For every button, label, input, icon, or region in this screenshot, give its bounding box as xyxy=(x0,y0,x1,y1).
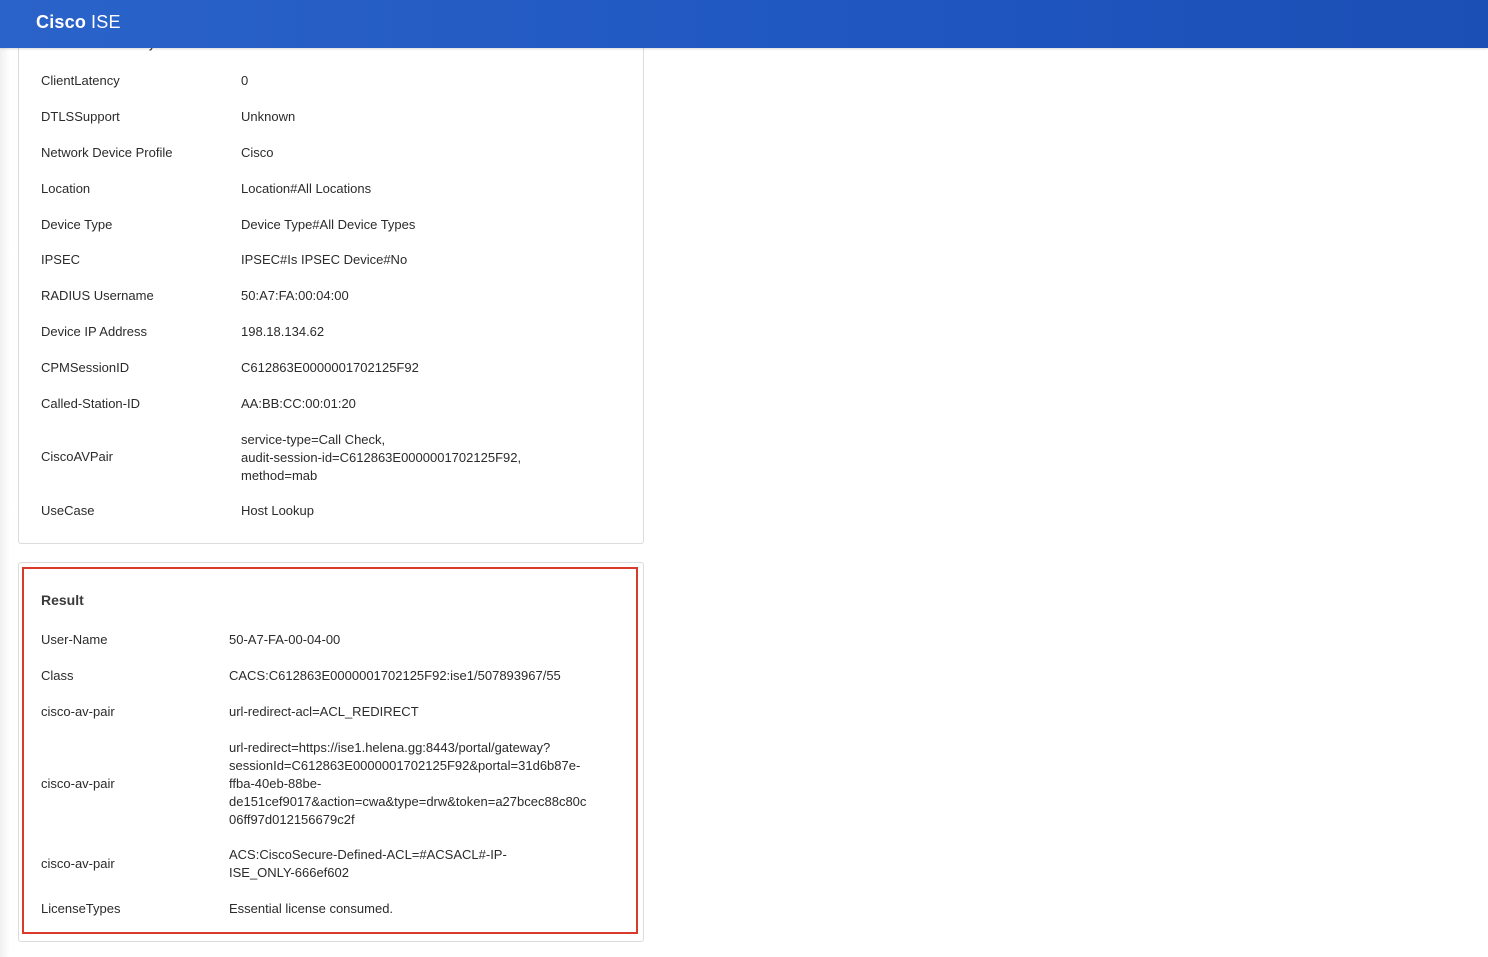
detail-value: 0 xyxy=(241,73,249,88)
detail-key: DTLSSupport xyxy=(41,109,120,124)
detail-value: 50:A7:FA:00:04:00 xyxy=(241,288,349,303)
result-title: Result xyxy=(41,592,84,608)
result-value: ACS:CiscoSecure-Defined-ACL=#ACSACL#-IP-… xyxy=(229,847,507,880)
detail-key: IPSEC xyxy=(41,252,81,267)
authentication-details-card: TotalAuthenLatency 30 ClientLatency 0 DT… xyxy=(18,30,644,544)
result-value: url-redirect-acl=ACL_REDIRECT xyxy=(229,704,419,719)
detail-key: Device Type xyxy=(41,217,113,232)
detail-key: Called-Station-ID xyxy=(41,396,140,411)
detail-key: Location xyxy=(41,181,91,196)
detail-key: Network Device Profile xyxy=(41,145,173,160)
app-logo[interactable]: Cisco ISE xyxy=(36,12,121,33)
detail-value: Host Lookup xyxy=(241,503,314,518)
result-key: Class xyxy=(41,668,74,683)
detail-key: CPMSessionID xyxy=(41,360,130,375)
detail-value: Device Type#All Device Types xyxy=(241,217,416,232)
brand-name: Cisco xyxy=(36,12,87,32)
detail-key: ClientLatency xyxy=(41,73,120,88)
result-card: Result User-Name 50-A7-FA-00-04-00 Class… xyxy=(18,562,644,942)
result-key: cisco-av-pair xyxy=(41,704,115,719)
result-value: 50-A7-FA-00-04-00 xyxy=(229,632,341,647)
result-key: cisco-av-pair xyxy=(41,856,115,871)
detail-value: IPSEC#Is IPSEC Device#No xyxy=(241,252,408,267)
detail-value: C612863E0000001702125F92 xyxy=(241,360,419,375)
detail-key: CiscoAVPair xyxy=(41,449,114,464)
detail-value: 198.18.134.62 xyxy=(241,324,325,339)
result-value: CACS:C612863E0000001702125F92:ise1/50789… xyxy=(229,668,561,683)
detail-value: Location#All Locations xyxy=(241,181,372,196)
detail-value: AA:BB:CC:00:01:20 xyxy=(241,396,356,411)
detail-key: Device IP Address xyxy=(41,324,147,339)
detail-key: UseCase xyxy=(41,503,95,518)
product-name: ISE xyxy=(91,12,121,32)
result-key: LicenseTypes xyxy=(41,901,121,916)
detail-value: service-type=Call Check, audit-session-i… xyxy=(241,432,522,483)
top-navigation-bar: Cisco ISE xyxy=(0,0,1488,48)
result-value: url-redirect=https://ise1.helena.gg:8443… xyxy=(229,740,587,827)
detail-value: Unknown xyxy=(241,109,296,124)
result-value: Essential license consumed. xyxy=(229,901,394,916)
result-key: User-Name xyxy=(41,632,108,647)
result-key: cisco-av-pair xyxy=(41,776,115,791)
detail-key: RADIUS Username xyxy=(41,288,154,303)
left-panel-shadow xyxy=(0,48,10,957)
detail-value: Cisco xyxy=(241,145,274,160)
